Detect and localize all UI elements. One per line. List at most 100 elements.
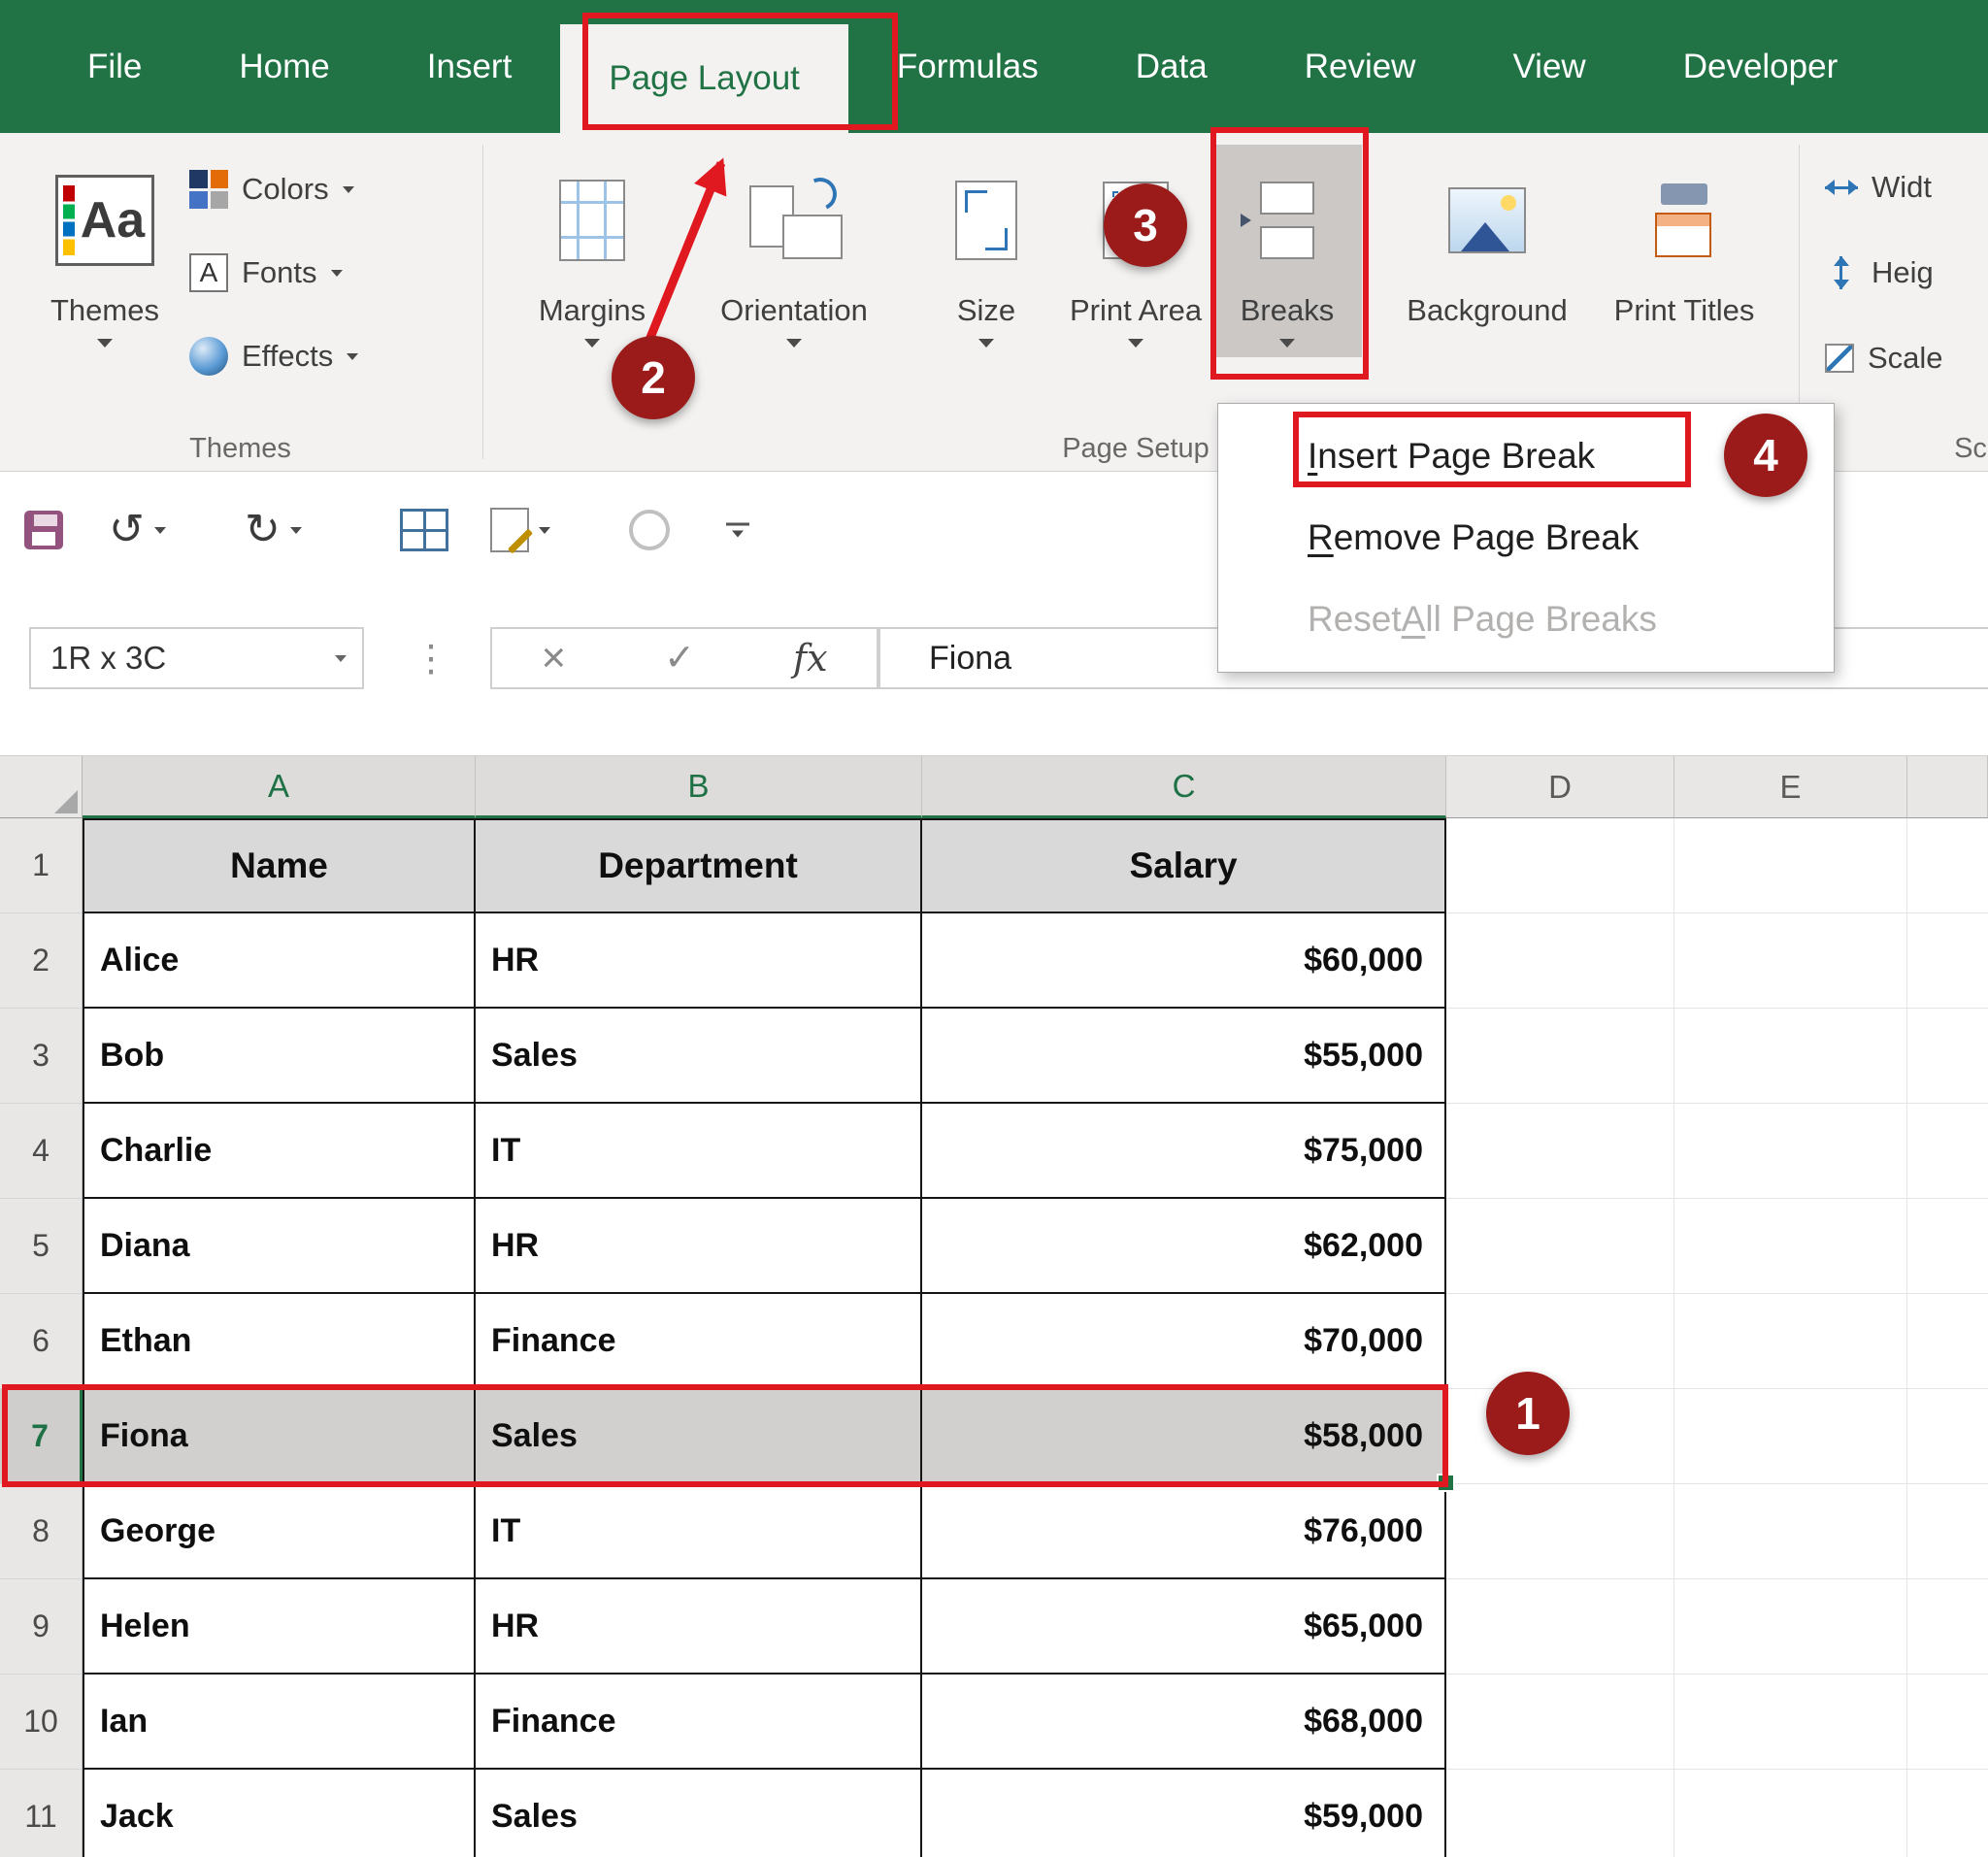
background-button[interactable]: Background <box>1375 145 1599 339</box>
name-box[interactable]: 1R x 3C <box>29 627 364 689</box>
edit-tool-button[interactable] <box>490 508 550 552</box>
save-button[interactable] <box>24 511 63 549</box>
cell-b9[interactable]: HR <box>476 1579 922 1675</box>
cell-e6[interactable] <box>1674 1294 1907 1389</box>
width-control[interactable]: Widt <box>1825 166 1943 209</box>
cell-c5[interactable]: $62,000 <box>922 1199 1446 1294</box>
row-header-9[interactable]: 9 <box>0 1579 83 1675</box>
cell-d1[interactable] <box>1446 818 1674 913</box>
cell-a9[interactable]: Helen <box>83 1579 476 1675</box>
cell-e8[interactable] <box>1674 1484 1907 1579</box>
cell-f7[interactable] <box>1907 1389 1988 1484</box>
enter-icon[interactable]: ✓ <box>664 640 695 677</box>
cancel-icon[interactable]: × <box>541 637 566 680</box>
cell-a11[interactable]: Jack <box>83 1770 476 1857</box>
customize-qat-button[interactable] <box>726 522 749 538</box>
cell-f10[interactable] <box>1907 1675 1988 1770</box>
cell-b6[interactable]: Finance <box>476 1294 922 1389</box>
fonts-button[interactable]: A Fonts <box>189 253 358 292</box>
cell-c1[interactable]: Salary <box>922 818 1446 913</box>
cell-b11[interactable]: Sales <box>476 1770 922 1857</box>
cell-c9[interactable]: $65,000 <box>922 1579 1446 1675</box>
margins-button[interactable]: Margins <box>510 145 675 357</box>
select-all-corner[interactable] <box>0 756 83 818</box>
cell-c8[interactable]: $76,000 <box>922 1484 1446 1579</box>
row-header-11[interactable]: 11 <box>0 1770 83 1857</box>
cell-a2[interactable]: Alice <box>83 913 476 1009</box>
cell-b3[interactable]: Sales <box>476 1009 922 1104</box>
column-header-a[interactable]: A <box>83 756 476 818</box>
column-header-c[interactable]: C <box>922 756 1446 818</box>
cell-b10[interactable]: Finance <box>476 1675 922 1770</box>
cell-f8[interactable] <box>1907 1484 1988 1579</box>
cell-e5[interactable] <box>1674 1199 1907 1294</box>
column-header-e[interactable]: E <box>1674 756 1907 818</box>
tab-developer[interactable]: Developer <box>1635 0 1887 133</box>
cell-d4[interactable] <box>1446 1104 1674 1199</box>
cell-b1[interactable]: Department <box>476 818 922 913</box>
cell-a3[interactable]: Bob <box>83 1009 476 1104</box>
tab-data[interactable]: Data <box>1087 0 1256 133</box>
row-header-10[interactable]: 10 <box>0 1675 83 1770</box>
effects-button[interactable]: Effects <box>189 337 359 376</box>
cell-a6[interactable]: Ethan <box>83 1294 476 1389</box>
redo-button[interactable]: ↻ <box>245 509 302 551</box>
cell-d6[interactable] <box>1446 1294 1674 1389</box>
cell-e10[interactable] <box>1674 1675 1907 1770</box>
cell-a8[interactable]: George <box>83 1484 476 1579</box>
shape-tool-button[interactable] <box>629 510 670 550</box>
cell-b4[interactable]: IT <box>476 1104 922 1199</box>
themes-button[interactable]: Aa Themes <box>32 145 178 357</box>
cell-a1[interactable]: Name <box>83 818 476 913</box>
cell-f6[interactable] <box>1907 1294 1988 1389</box>
column-header-d[interactable]: D <box>1446 756 1674 818</box>
orientation-button[interactable]: Orientation <box>692 145 896 357</box>
row-header-5[interactable]: 5 <box>0 1199 83 1294</box>
row-header-4[interactable]: 4 <box>0 1104 83 1199</box>
cell-f9[interactable] <box>1907 1579 1988 1675</box>
row-header-8[interactable]: 8 <box>0 1484 83 1579</box>
tab-home[interactable]: Home <box>190 0 378 133</box>
cell-e11[interactable] <box>1674 1770 1907 1857</box>
cell-d2[interactable] <box>1446 913 1674 1009</box>
table-tool-button[interactable] <box>400 509 448 551</box>
cell-c10[interactable]: $68,000 <box>922 1675 1446 1770</box>
cell-e1[interactable] <box>1674 818 1907 913</box>
menu-item-remove-page-break[interactable]: Remove Page Break <box>1218 497 1834 579</box>
cell-d9[interactable] <box>1446 1579 1674 1675</box>
cell-c4[interactable]: $75,000 <box>922 1104 1446 1199</box>
cell-f2[interactable] <box>1907 913 1988 1009</box>
cell-a10[interactable]: Ian <box>83 1675 476 1770</box>
row-header-2[interactable]: 2 <box>0 913 83 1009</box>
print-titles-button[interactable]: Print Titles <box>1597 145 1772 339</box>
cell-e9[interactable] <box>1674 1579 1907 1675</box>
cell-f5[interactable] <box>1907 1199 1988 1294</box>
cell-f11[interactable] <box>1907 1770 1988 1857</box>
tab-file[interactable]: File <box>39 0 190 133</box>
size-button[interactable]: Size <box>918 145 1054 357</box>
cell-e7[interactable] <box>1674 1389 1907 1484</box>
cell-f3[interactable] <box>1907 1009 1988 1104</box>
scale-control[interactable]: Scale <box>1825 337 1943 380</box>
colors-button[interactable]: Colors <box>189 170 358 209</box>
cell-c3[interactable]: $55,000 <box>922 1009 1446 1104</box>
cell-b5[interactable]: HR <box>476 1199 922 1294</box>
cell-d10[interactable] <box>1446 1675 1674 1770</box>
tab-view[interactable]: View <box>1464 0 1634 133</box>
cell-a4[interactable]: Charlie <box>83 1104 476 1199</box>
cell-d3[interactable] <box>1446 1009 1674 1104</box>
cell-d11[interactable] <box>1446 1770 1674 1857</box>
row-header-3[interactable]: 3 <box>0 1009 83 1104</box>
cell-a5[interactable]: Diana <box>83 1199 476 1294</box>
cell-b2[interactable]: HR <box>476 913 922 1009</box>
cell-c2[interactable]: $60,000 <box>922 913 1446 1009</box>
cell-e3[interactable] <box>1674 1009 1907 1104</box>
cell-f4[interactable] <box>1907 1104 1988 1199</box>
cell-c6[interactable]: $70,000 <box>922 1294 1446 1389</box>
cell-b8[interactable]: IT <box>476 1484 922 1579</box>
cell-f1[interactable] <box>1907 818 1988 913</box>
height-control[interactable]: Heig <box>1825 251 1943 294</box>
row-header-6[interactable]: 6 <box>0 1294 83 1389</box>
cell-c11[interactable]: $59,000 <box>922 1770 1446 1857</box>
column-header-b[interactable]: B <box>476 756 922 818</box>
